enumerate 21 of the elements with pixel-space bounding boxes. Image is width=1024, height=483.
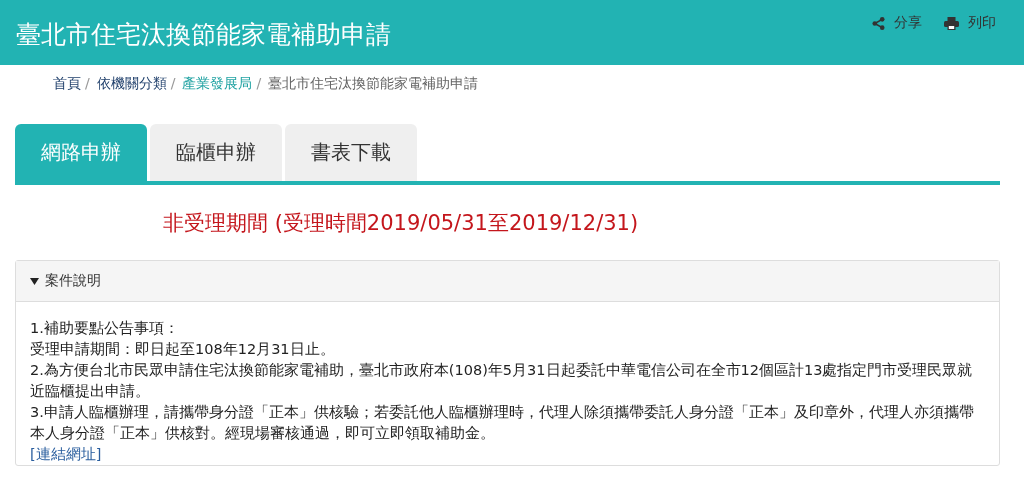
tab[interactable]: 書表下載 bbox=[285, 124, 417, 181]
paragraph: 受理申請期間：即日起至108年12月31日止。 bbox=[30, 340, 336, 359]
panel-title: 案件說明 bbox=[45, 272, 101, 290]
notice-text: 非受理期間 (受理時間2019/05/31至2019/12/31) bbox=[163, 210, 639, 237]
breadcrumb-current: 臺北市住宅汰換節能家電補助申請 bbox=[268, 75, 479, 93]
breadcrumb-separator: / bbox=[256, 75, 262, 93]
breadcrumb-link[interactable]: 依機關分類 bbox=[96, 75, 167, 97]
paragraph: 3.申請人臨櫃辦理，請攜帶身分證「正本」供核驗；若委託他人臨櫃辦理時，代理人除須攜帶委託人身分證「正本」及印章外，代理人亦須攜帶本人身分證「正本」供核對。經現場審核通過，即可立即領取補助金。 bbox=[30, 403, 975, 443]
print-link[interactable]: 列印 bbox=[944, 13, 996, 33]
paragraph: 2.為方便台北市民眾申請住宅汰換節能家電補助，臺北市政府本(108)年5月31日起委託中華電信公司在全市12個區計13處指定門市受理民眾就近臨櫃提出申請。 bbox=[30, 361, 974, 401]
share-link[interactable]: 分享 bbox=[872, 13, 922, 33]
breadcrumb-link[interactable]: 首頁 bbox=[53, 75, 81, 97]
paragraph: 1.補助要點公告事項： bbox=[30, 319, 180, 338]
print-icon[interactable] bbox=[944, 16, 959, 30]
share-icon[interactable] bbox=[872, 16, 885, 30]
page-title: 臺北市住宅汰換節能家電補助申請 bbox=[16, 19, 391, 51]
panel-header[interactable]: 案件說明 bbox=[16, 261, 999, 302]
breadcrumb-separator: / bbox=[85, 75, 90, 93]
link[interactable]: [連結網址] bbox=[30, 446, 102, 462]
breadcrumb-separator: / bbox=[170, 75, 176, 93]
tab[interactable]: 臨櫃申辦 bbox=[150, 124, 282, 181]
